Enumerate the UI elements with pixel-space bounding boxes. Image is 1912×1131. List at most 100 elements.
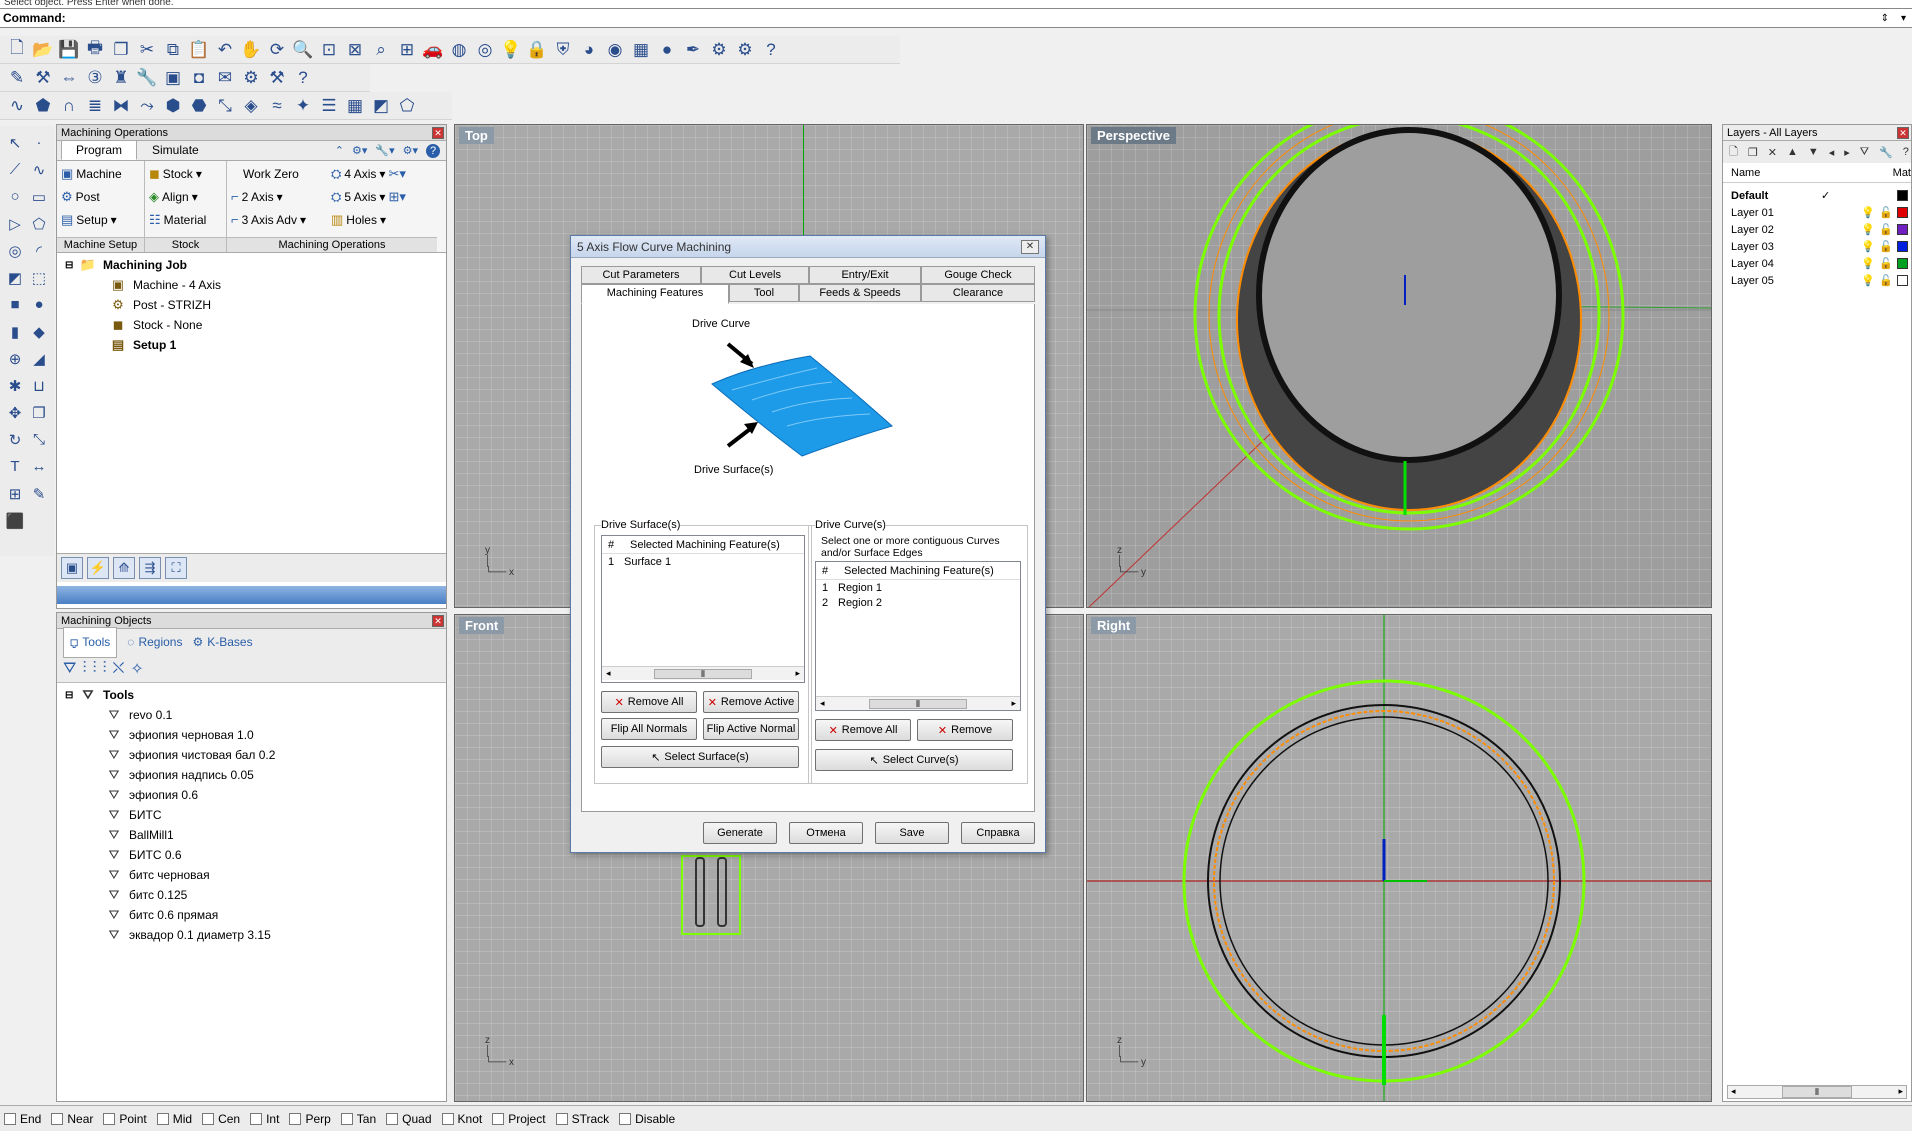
paint-icon[interactable]: ⬟ — [30, 93, 56, 119]
layer-row[interactable]: Layer 01 💡 🔓 — [1723, 204, 1911, 221]
render-icon[interactable]: ◍ — [446, 37, 472, 63]
checkbox[interactable] — [4, 1112, 16, 1125]
tab-cut-parameters[interactable]: Cut Parameters — [581, 266, 701, 284]
checkbox[interactable] — [289, 1112, 302, 1125]
solid-icon[interactable]: ⬛ — [3, 507, 27, 534]
pan-icon[interactable]: ✋ — [238, 37, 264, 63]
5-axis-button[interactable]: ⛭ 5 Axis ▾ ⊞▾ — [331, 187, 406, 206]
tree-item[interactable]: ▣ Machine - 4 Axis — [57, 275, 446, 295]
tool-item[interactable]: ⛛ эфиопия чистовая бал 0.2 — [65, 745, 446, 765]
work-zero-button[interactable]: Work Zero — [231, 164, 325, 183]
checkbox[interactable] — [441, 1112, 454, 1125]
filter-icon[interactable]: ⛛ — [1860, 146, 1869, 159]
list-row[interactable]: 1 Surface 1 — [602, 554, 804, 569]
pencil-icon[interactable]: ✎ — [4, 65, 30, 91]
tool-edit-icon[interactable]: ⫶ — [102, 660, 106, 678]
surfaces-list[interactable]: # Selected Machining Feature(s) 1 Surface … — [601, 535, 805, 683]
list-row[interactable]: 1 Region 1 — [816, 580, 1020, 595]
checkbox[interactable] — [156, 1112, 169, 1125]
join-icon[interactable]: ⊔ — [27, 372, 51, 399]
flip-all-normals-button[interactable]: Flip All Normals — [601, 718, 697, 740]
stack-icon[interactable]: ≣ — [82, 93, 108, 119]
tab-gouge-check[interactable]: Gouge Check — [921, 266, 1035, 284]
osnap-tan[interactable]: Tan — [340, 1112, 376, 1126]
close-icon[interactable]: ✕ — [432, 614, 444, 627]
curve-icon[interactable]: ∿ — [27, 156, 51, 183]
checkbox[interactable] — [250, 1112, 263, 1125]
edit-icon[interactable]: ✎ — [27, 480, 51, 507]
select-surfaces-button[interactable]: ↖ Select Surface(s) — [601, 746, 799, 768]
dimension-icon[interactable]: ↔ — [27, 453, 51, 480]
tab-k-bases[interactable]: ⚙ K-Bases — [192, 635, 252, 649]
setup-button[interactable]: ▤ Setup ▾ — [61, 210, 140, 229]
scale-icon[interactable]: ⤡ — [27, 426, 51, 453]
wrench-icon[interactable]: 🔧 — [134, 65, 160, 91]
mirror-icon[interactable]: ⧓ — [108, 93, 134, 119]
zoom-selected-icon[interactable]: ⌕ — [368, 37, 394, 63]
remove-active-surface-button[interactable]: ✕ Remove Active — [703, 691, 799, 713]
tools-icon[interactable]: 🔧 — [1879, 146, 1893, 159]
visibility-icon[interactable]: 💡 — [1861, 240, 1879, 253]
osnap-cen[interactable]: Cen — [202, 1112, 240, 1126]
visibility-icon[interactable]: 💡 — [1861, 274, 1879, 287]
toolpath-icon[interactable]: ⚡ — [87, 557, 109, 579]
curve-icon[interactable]: ∿ — [4, 93, 30, 119]
zoom-window-icon[interactable]: ⊡ — [316, 37, 342, 63]
stock-button[interactable]: ◼ Stock ▾ — [149, 164, 222, 183]
osnap-end[interactable]: End — [4, 1112, 41, 1126]
help-button[interactable]: Справка — [961, 822, 1035, 844]
mesh-icon[interactable]: ◆ — [27, 318, 51, 345]
3d-icon[interactable]: ③ — [82, 65, 108, 91]
help-icon[interactable]: ? — [426, 143, 440, 158]
delete-layer-icon[interactable]: ✕ — [1768, 146, 1777, 159]
tool-item[interactable]: ⛛ битс 0.125 — [65, 885, 446, 905]
simulate-icon[interactable]: ⟰ — [113, 557, 135, 579]
tools-icon[interactable]: ⚒ — [264, 65, 290, 91]
visibility-icon[interactable]: 💡 — [1861, 206, 1879, 219]
gear-icon[interactable]: ⚙▾ — [403, 144, 418, 158]
zoom-in-icon[interactable]: 🔍 — [290, 37, 316, 63]
move-up-icon[interactable]: ▲ — [1787, 146, 1798, 158]
scale-icon[interactable]: ⤡ — [212, 93, 238, 119]
arc-icon[interactable]: ◜ — [27, 237, 51, 264]
sphere-icon[interactable]: ● — [27, 291, 51, 318]
cup-icon[interactable]: ◘ — [186, 65, 212, 91]
print-icon[interactable]: 🖶 — [82, 37, 108, 63]
settings-icon[interactable]: ⚙▾ — [352, 144, 367, 158]
drill-icon[interactable]: ✂▾ — [388, 166, 405, 182]
cancel-button[interactable]: Отмена — [789, 822, 863, 844]
tab-regions[interactable]: ◌ Regions — [127, 635, 182, 649]
copy-icon[interactable]: ❐ — [27, 399, 51, 426]
explode-icon[interactable]: ✱ — [3, 372, 27, 399]
close-icon[interactable]: ✕ — [1021, 239, 1039, 254]
rotate-icon[interactable]: ⟳ — [264, 37, 290, 63]
checkbox[interactable] — [103, 1112, 116, 1125]
osnap-mid[interactable]: Mid — [156, 1112, 192, 1126]
checkbox[interactable] — [555, 1112, 568, 1125]
viewport-front-label[interactable]: Front — [459, 617, 505, 634]
new-sublayer-icon[interactable]: ❐ — [1748, 146, 1758, 159]
help-icon[interactable]: ? — [290, 65, 316, 91]
fin-icon[interactable]: ⬠ — [394, 93, 420, 119]
tool-group-icon[interactable]: ⫶ — [82, 660, 86, 678]
surfaces-scrollbar[interactable]: ◂ ⦀ ▸ — [602, 666, 804, 680]
sweep-icon[interactable]: ⤳ — [134, 93, 160, 119]
layer-color-swatch[interactable] — [1897, 224, 1908, 235]
four-views-icon[interactable]: ⊞ — [394, 37, 420, 63]
lock-icon[interactable]: 🔓 — [1879, 206, 1897, 219]
surface-icon[interactable]: ◩ — [368, 93, 394, 119]
tool-item[interactable]: ⛛ эфиопия черновая 1.0 — [65, 725, 446, 745]
zoom-extents-icon[interactable]: ⊠ — [342, 37, 368, 63]
visibility-icon[interactable]: 💡 — [1861, 257, 1879, 270]
save-button[interactable]: Save — [875, 822, 949, 844]
remove-all-curves-button[interactable]: ✕ Remove All — [815, 719, 911, 741]
layer-color-swatch[interactable] — [1897, 275, 1908, 286]
post-button[interactable]: ⚙ Post — [61, 187, 140, 206]
list-row[interactable]: 2 Region 2 — [816, 595, 1020, 610]
surface-icon[interactable]: ◩ — [3, 264, 27, 291]
viewport-top-label[interactable]: Top — [459, 127, 494, 144]
layers-scrollbar[interactable]: ◂ ⦀ ▸ — [1727, 1085, 1907, 1099]
ball-icon[interactable]: ● — [654, 37, 680, 63]
layer-color-swatch[interactable] — [1897, 190, 1908, 201]
holes-button[interactable]: ▥ Holes ▾ — [331, 210, 406, 229]
